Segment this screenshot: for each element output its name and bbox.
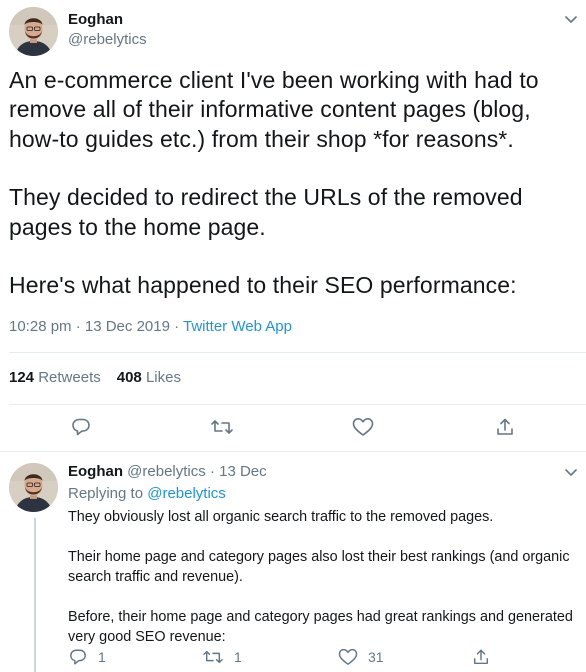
retweet-icon — [203, 650, 223, 664]
like-icon[interactable] — [351, 415, 375, 439]
source-link[interactable]: Twitter Web App — [183, 318, 292, 335]
reply-icon[interactable] — [69, 415, 93, 439]
reply-date[interactable]: · 13 Dec — [210, 463, 267, 480]
share-action[interactable] — [472, 648, 500, 666]
tweet-paragraph: They decided to redirect the URLs of the… — [9, 184, 523, 240]
reply-text: They obviously lost all organic search t… — [68, 507, 573, 647]
reply-paragraph: Before, their home page and category pag… — [68, 609, 573, 645]
reply-action[interactable]: 1 — [68, 648, 106, 666]
chevron-down-icon[interactable] — [565, 469, 577, 477]
like-count: 31 — [368, 649, 384, 665]
retweets-stat[interactable]: 124 Retweets — [9, 369, 101, 386]
reply-icon — [70, 649, 86, 665]
tweet-paragraph: An e-commerce client I've been working w… — [9, 67, 539, 152]
avatar-photo-icon — [9, 463, 58, 512]
retweet-icon[interactable] — [210, 415, 234, 439]
timestamp[interactable]: 10:28 pm · 13 Dec 2019 — [9, 318, 170, 335]
replying-to-label: Replying to — [68, 485, 144, 502]
thread-line — [34, 518, 36, 672]
author-name[interactable]: Eoghan — [68, 463, 123, 480]
replying-to: Replying to @rebelytics — [68, 485, 226, 502]
retweet-action[interactable]: 1 — [202, 648, 242, 666]
retweets-label: Retweets — [38, 369, 101, 386]
share-icon — [473, 649, 489, 665]
like-action[interactable]: 31 — [338, 648, 384, 666]
tweet-text: An e-commerce client I've been working w… — [9, 66, 577, 300]
chevron-down-icon[interactable] — [565, 16, 577, 24]
reply-actions: 1 1 31 — [68, 648, 573, 668]
like-icon — [338, 648, 358, 665]
avatar[interactable] — [9, 463, 58, 512]
reply-header: Eoghan @rebelytics · 13 Dec — [68, 463, 267, 480]
likes-count: 408 — [116, 369, 142, 386]
divider — [9, 352, 586, 353]
author-handle[interactable]: @rebelytics — [127, 463, 206, 480]
likes-stat[interactable]: 408 Likes — [117, 369, 181, 386]
author-name[interactable]: Eoghan — [68, 11, 123, 28]
likes-label: Likes — [145, 369, 181, 386]
share-icon[interactable] — [493, 415, 517, 439]
meta-separator: · — [169, 318, 183, 335]
avatar-photo-icon — [9, 7, 58, 56]
reply-paragraph: They obviously lost all organic search t… — [68, 509, 494, 525]
replying-to-handle[interactable]: @rebelytics — [147, 485, 226, 502]
engagement-stats: 124 Retweets 408 Likes — [9, 369, 181, 386]
retweets-count: 124 — [9, 369, 35, 386]
divider — [9, 404, 586, 405]
avatar[interactable] — [9, 7, 58, 56]
reply-count: 1 — [98, 649, 106, 665]
main-tweet: Eoghan @rebelytics An e-commerce client … — [0, 0, 586, 452]
author-handle[interactable]: @rebelytics — [68, 31, 147, 48]
tweet-paragraph: Here's what happened to their SEO perfor… — [9, 272, 517, 299]
reply-paragraph: Their home page and category pages also … — [68, 549, 570, 585]
retweet-count: 1 — [234, 649, 242, 665]
tweet-meta: 10:28 pm · 13 Dec 2019 · Twitter Web App — [9, 318, 292, 335]
